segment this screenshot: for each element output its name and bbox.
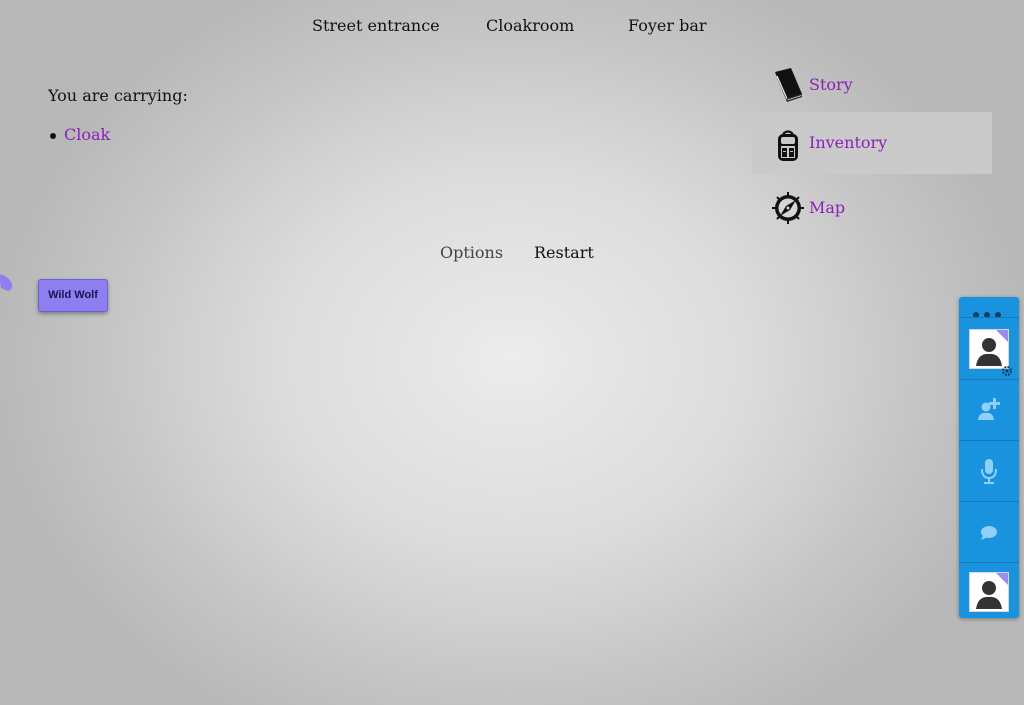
microphone-button[interactable] [959,440,1019,501]
sidebar-item-label: Map [809,198,846,217]
inventory-item-cloak[interactable]: Cloak [64,125,110,144]
list-item: Cloak [48,125,110,147]
contact-button[interactable] [959,562,1019,619]
sidebar-item-story[interactable]: Story [752,54,992,116]
menu-dots-icon[interactable] [973,303,1007,318]
profile-button[interactable] [959,317,1019,379]
compass-icon [772,191,804,225]
inventory-list: Cloak [48,125,110,147]
inventory-heading: You are carrying: [48,86,188,105]
backpack-icon [772,129,804,163]
options-link[interactable]: Options [440,243,503,262]
chat-bubble-icon [980,525,998,545]
sidebar-item-inventory[interactable]: Inventory [752,112,992,174]
microphone-icon [979,457,999,489]
pointer-hand-icon [0,274,13,292]
sidebar-item-label: Story [809,75,853,94]
chat-button[interactable] [959,501,1019,562]
avatar-icon [969,572,1009,612]
nav-foyer-bar[interactable]: Foyer bar [628,16,707,35]
badge-label: Wild Wolf [48,289,98,301]
nav-cloakroom[interactable]: Cloakroom [486,16,574,35]
wild-wolf-badge[interactable]: Wild Wolf [0,274,108,312]
chat-widget-panel [959,297,1019,618]
book-icon [772,68,804,102]
nav-street-entrance[interactable]: Street entrance [312,16,440,35]
add-user-button[interactable] [959,379,1019,440]
restart-link[interactable]: Restart [534,243,594,262]
add-user-icon [976,396,1002,426]
sidebar-item-label: Inventory [809,133,888,152]
sidebar-item-map[interactable]: Map [752,177,992,239]
top-nav: Street entrance Cloakroom Foyer bar [0,16,1024,38]
